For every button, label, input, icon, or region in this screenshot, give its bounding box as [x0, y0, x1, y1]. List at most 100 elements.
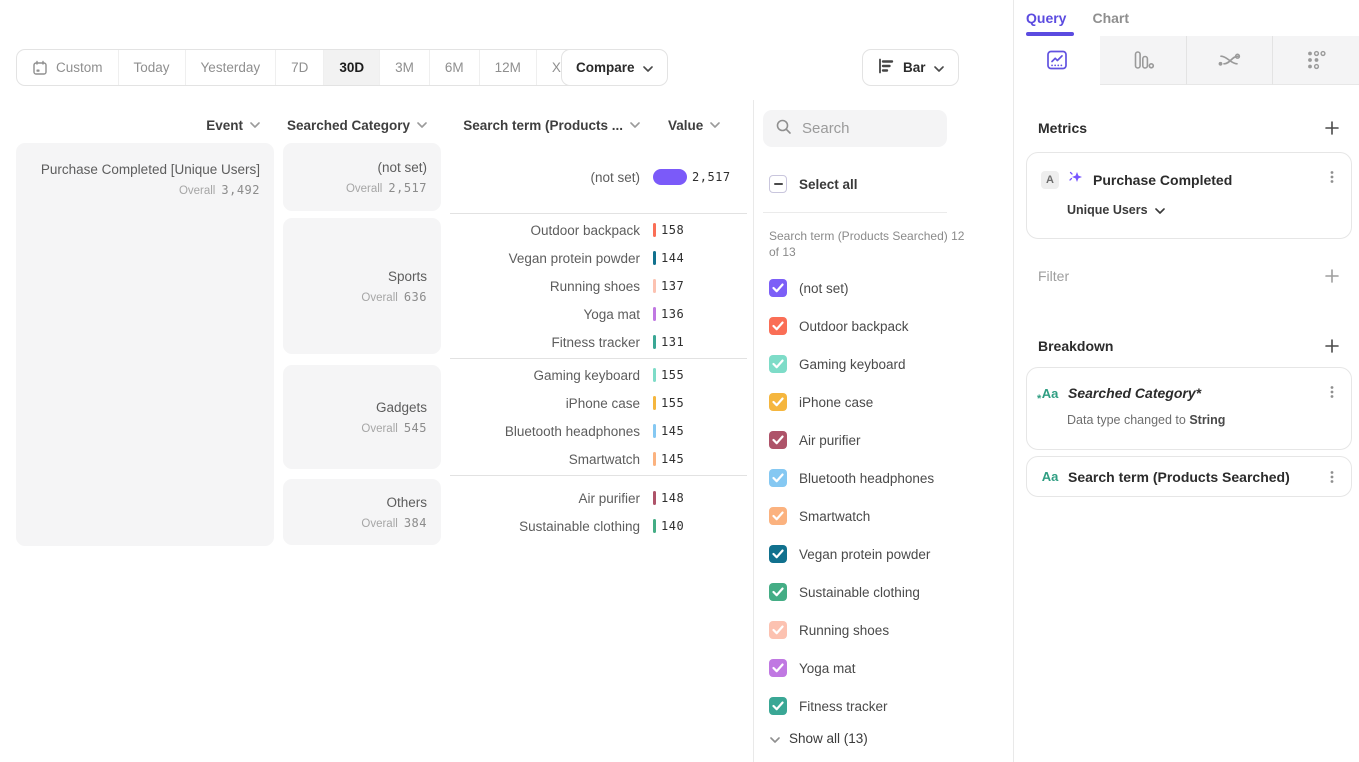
term-row-gaming-keyboard[interactable]: Gaming keyboard155	[450, 361, 747, 389]
breakdown-card-search-term[interactable]: Aa Search term (Products Searched)	[1026, 456, 1352, 497]
select-all-checkbox[interactable]	[769, 175, 787, 193]
column-header-searched-category[interactable]: Searched Category	[283, 113, 441, 137]
metric-aggregation[interactable]: Unique Users	[1067, 203, 1351, 217]
value-bar[interactable]	[653, 368, 656, 382]
value-bar[interactable]	[653, 396, 656, 410]
filter-item-fitness-tracker[interactable]: Fitness tracker	[754, 687, 1013, 725]
report-tab-retention[interactable]	[1272, 36, 1359, 85]
filter-checkbox[interactable]	[769, 431, 787, 449]
tab-chart[interactable]: Chart	[1092, 10, 1129, 26]
value-bar[interactable]	[653, 519, 656, 533]
compare-button[interactable]: Compare	[561, 49, 668, 86]
term-row-yoga-mat[interactable]: Yoga mat136	[450, 300, 747, 328]
breakdown-title[interactable]: Searched Category*	[1068, 385, 1201, 401]
value-bar[interactable]	[653, 169, 687, 185]
value-bar[interactable]	[653, 279, 656, 293]
filter-item-vegan-protein-powder[interactable]: Vegan protein powder	[754, 535, 1013, 573]
breakdown-title[interactable]: Search term (Products Searched)	[1068, 469, 1290, 485]
filter-checkbox[interactable]	[769, 355, 787, 373]
column-header-search-term[interactable]: Search term (Products ...	[450, 113, 640, 137]
filter-checkbox[interactable]	[769, 469, 787, 487]
value-bar[interactable]	[653, 307, 656, 321]
filter-checkbox[interactable]	[769, 279, 787, 297]
term-value: 148	[661, 491, 684, 505]
filter-item-not-set[interactable]: (not set)	[754, 269, 1013, 307]
chart-type-button[interactable]: Bar	[862, 49, 959, 86]
select-all-label: Select all	[799, 177, 858, 192]
string-property-icon: Aa*	[1041, 386, 1059, 401]
date-range-30d[interactable]: 30D	[323, 50, 379, 85]
tab-query[interactable]: Query	[1026, 10, 1066, 26]
date-range-6m[interactable]: 6M	[429, 50, 479, 85]
value-bar[interactable]	[653, 452, 656, 466]
event-cell[interactable]: Purchase Completed [Unique Users] Overal…	[16, 143, 274, 546]
column-header-event[interactable]: Event	[16, 113, 274, 137]
category-overall: Overall384	[361, 516, 427, 530]
filter-item-outdoor-backpack[interactable]: Outdoor backpack	[754, 307, 1013, 345]
report-tab-insights[interactable]	[1014, 36, 1100, 85]
filter-item-gaming-keyboard[interactable]: Gaming keyboard	[754, 345, 1013, 383]
chart-body: Purchase Completed [Unique Users] Overal…	[16, 143, 747, 546]
category-cell[interactable]: Gadgets Overall545	[283, 365, 441, 469]
term-row-vegan-protein-powder[interactable]: Vegan protein powder144	[450, 244, 747, 272]
value-bar[interactable]	[653, 335, 656, 349]
term-row-iphone-case[interactable]: iPhone case155	[450, 389, 747, 417]
category-cell[interactable]: Sports Overall636	[283, 218, 441, 354]
filter-item-yoga-mat[interactable]: Yoga mat	[754, 649, 1013, 687]
add-filter-button[interactable]	[1325, 269, 1339, 283]
term-row-sustainable-clothing[interactable]: Sustainable clothing140	[450, 512, 747, 540]
filter-checkbox[interactable]	[769, 317, 787, 335]
term-row-air-purifier[interactable]: Air purifier148	[450, 484, 747, 512]
filter-item-bluetooth-headphones[interactable]: Bluetooth headphones	[754, 459, 1013, 497]
column-header-value[interactable]: Value	[653, 113, 747, 137]
show-all-button[interactable]: Show all (13)	[770, 731, 1013, 746]
add-breakdown-button[interactable]	[1325, 339, 1339, 353]
report-tab-funnels[interactable]	[1100, 36, 1186, 85]
filter-item-smartwatch[interactable]: Smartwatch	[754, 497, 1013, 535]
date-range-3m[interactable]: 3M	[379, 50, 429, 85]
filter-checkbox[interactable]	[769, 507, 787, 525]
filter-checkbox[interactable]	[769, 621, 787, 639]
date-range-12m[interactable]: 12M	[479, 50, 536, 85]
metric-card[interactable]: A Purchase Completed Unique Users	[1026, 152, 1352, 239]
term-row-smartwatch[interactable]: Smartwatch145	[450, 445, 747, 473]
date-range-custom[interactable]: Custom	[17, 50, 118, 85]
filter-checkbox[interactable]	[769, 545, 787, 563]
column-header-label: Value	[668, 118, 703, 133]
filter-item-iphone-case[interactable]: iPhone case	[754, 383, 1013, 421]
value-bar[interactable]	[653, 491, 656, 505]
term-row-bluetooth-headphones[interactable]: Bluetooth headphones145	[450, 417, 747, 445]
term-row-not-set[interactable]: (not set)2,517	[450, 163, 747, 191]
breakdown-kebab-menu[interactable]	[1325, 469, 1339, 490]
breakdown-card-searched-category[interactable]: Aa* Searched Category* Data type changed…	[1026, 367, 1352, 450]
term-row-fitness-tracker[interactable]: Fitness tracker131	[450, 328, 747, 356]
metric-title[interactable]: Purchase Completed	[1093, 172, 1232, 188]
breakdown-kebab-menu[interactable]	[1325, 384, 1339, 405]
term-value: 158	[661, 223, 684, 237]
date-range-yesterday[interactable]: Yesterday	[185, 50, 276, 85]
report-tab-flows[interactable]	[1186, 36, 1273, 85]
filter-checkbox[interactable]	[769, 697, 787, 715]
term-row-outdoor-backpack[interactable]: Outdoor backpack158	[450, 216, 747, 244]
metric-kebab-menu[interactable]	[1325, 169, 1339, 190]
filter-item-sustainable-clothing[interactable]: Sustainable clothing	[754, 573, 1013, 611]
filter-checkbox[interactable]	[769, 659, 787, 677]
date-range-today[interactable]: Today	[118, 50, 185, 85]
filter-checkbox[interactable]	[769, 393, 787, 411]
term-row-running-shoes[interactable]: Running shoes137	[450, 272, 747, 300]
filter-item-running-shoes[interactable]: Running shoes	[754, 611, 1013, 649]
category-cell[interactable]: (not set) Overall2,517	[283, 143, 441, 211]
add-metric-button[interactable]	[1325, 121, 1339, 135]
select-all-row[interactable]: Select all	[769, 175, 1013, 193]
date-range-7d[interactable]: 7D	[275, 50, 323, 85]
filter-item-air-purifier[interactable]: Air purifier	[754, 421, 1013, 459]
category-cell[interactable]: Others Overall384	[283, 479, 441, 545]
value-bar[interactable]	[653, 223, 656, 237]
filter-checkbox[interactable]	[769, 583, 787, 601]
chevron-down-icon	[1155, 208, 1165, 214]
search-box[interactable]	[763, 110, 947, 147]
date-range-label: 6M	[445, 60, 464, 75]
search-input[interactable]	[802, 120, 932, 137]
value-bar[interactable]	[653, 424, 656, 438]
value-bar[interactable]	[653, 251, 656, 265]
